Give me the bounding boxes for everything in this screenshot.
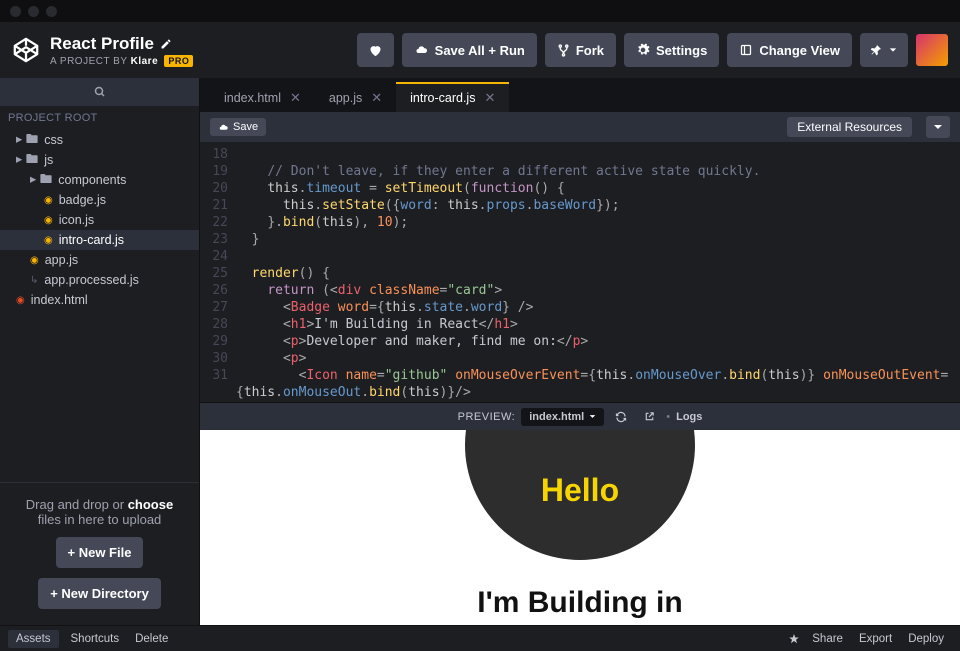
refresh-icon: [615, 411, 627, 423]
chevron-down-icon: [933, 122, 943, 132]
codepen-logo-icon: [12, 36, 40, 64]
tree-item-css[interactable]: ▸ 🖿 css: [0, 130, 199, 150]
close-icon[interactable]: ✕: [371, 90, 382, 106]
share-button[interactable]: Share: [804, 630, 851, 648]
star-icon: [788, 633, 800, 645]
editor-toolbar: Save External Resources: [200, 112, 960, 142]
gear-icon: [636, 43, 650, 57]
fork-icon: [557, 44, 570, 57]
save-all-run-button[interactable]: Save All + Run: [402, 33, 537, 67]
settings-button[interactable]: Settings: [624, 33, 719, 67]
search-icon: [94, 86, 106, 98]
pin-icon: [871, 44, 883, 56]
deploy-button[interactable]: Deploy: [900, 630, 952, 648]
pro-badge: PRO: [164, 55, 193, 67]
project-title[interactable]: React Profile: [50, 34, 193, 54]
preview-badge-text: Hello: [541, 472, 619, 509]
fork-button[interactable]: Fork: [545, 33, 616, 67]
code-editor[interactable]: 181920212223242526272829303132 // Don't …: [200, 142, 960, 402]
tree-item-intro-card-js[interactable]: ◉ intro-card.js: [0, 230, 199, 250]
heart-button[interactable]: [357, 33, 394, 67]
popout-icon: [644, 411, 655, 422]
tree-item-icon-js[interactable]: ◉ icon.js: [0, 210, 199, 230]
sidebar: PROJECT ROOT ▸ 🖿 css▸ 🖿 js▸ 🖿 components…: [0, 78, 200, 625]
change-view-button[interactable]: Change View: [727, 33, 852, 67]
preview-label: PREVIEW:: [458, 411, 516, 423]
topbar: React Profile A PROJECT BY Klare PRO Sav…: [0, 22, 960, 78]
close-icon[interactable]: ✕: [484, 90, 495, 106]
popout-preview-button[interactable]: [638, 407, 660, 427]
tree-item-badge-js[interactable]: ◉ badge.js: [0, 190, 199, 210]
tree-item-components[interactable]: ▸ 🖿 components: [0, 170, 199, 190]
new-directory-button[interactable]: + New Directory: [38, 578, 161, 609]
shortcuts-button[interactable]: Shortcuts: [63, 630, 128, 648]
close-icon[interactable]: ✕: [290, 90, 301, 106]
tree-item-app-js[interactable]: ◉ app.js: [0, 250, 199, 270]
sidebar-search-button[interactable]: [0, 78, 199, 106]
window-titlebar: [0, 0, 960, 22]
save-button[interactable]: Save: [210, 118, 266, 136]
export-button[interactable]: Export: [851, 630, 900, 648]
heart-icon: [368, 43, 383, 58]
tree-item-index-html[interactable]: ◉ index.html: [0, 290, 199, 310]
resources-expand-button[interactable]: [926, 116, 950, 138]
new-file-button[interactable]: + New File: [56, 537, 144, 568]
pin-button[interactable]: [860, 33, 908, 67]
chevron-down-icon: [589, 413, 596, 420]
preview-file-select[interactable]: index.html: [521, 408, 604, 426]
traffic-min-icon[interactable]: [28, 6, 39, 17]
assets-button[interactable]: Assets: [8, 630, 59, 648]
refresh-preview-button[interactable]: [610, 407, 632, 427]
chevron-down-icon: [889, 46, 897, 54]
footer: Assets Shortcuts Delete Share Export Dep…: [0, 625, 960, 651]
logs-button[interactable]: Logs: [676, 411, 702, 423]
delete-button[interactable]: Delete: [127, 630, 176, 648]
preview-pane: Hello I'm Building in: [200, 430, 960, 625]
layout-icon: [739, 44, 753, 56]
file-tree: ▸ 🖿 css▸ 🖿 js▸ 🖿 components◉ badge.js◉ i…: [0, 130, 199, 482]
tree-item-js[interactable]: ▸ 🖿 js: [0, 150, 199, 170]
preview-heading: I'm Building in: [477, 586, 682, 620]
drop-area[interactable]: Drag and drop or choose files in here to…: [0, 482, 199, 625]
tab-intro-card-js[interactable]: intro-card.js✕: [396, 82, 509, 112]
project-root-label: PROJECT ROOT: [0, 106, 199, 130]
avatar[interactable]: [916, 34, 948, 66]
traffic-max-icon[interactable]: [46, 6, 57, 17]
tab-index-html[interactable]: index.html✕: [210, 82, 315, 112]
project-subtitle: A PROJECT BY Klare PRO: [50, 56, 193, 67]
external-resources-button[interactable]: External Resources: [787, 117, 912, 137]
pencil-icon: [160, 38, 172, 50]
traffic-close-icon[interactable]: [10, 6, 21, 17]
tree-item-app-processed-js[interactable]: ↳ app.processed.js: [0, 270, 199, 290]
editor-tabs: index.html✕app.js✕intro-card.js✕: [200, 78, 960, 112]
preview-bar: PREVIEW: index.html • Logs: [200, 402, 960, 430]
cloud-icon: [414, 44, 429, 56]
tab-app-js[interactable]: app.js✕: [315, 82, 396, 112]
cloud-icon: [218, 123, 229, 132]
